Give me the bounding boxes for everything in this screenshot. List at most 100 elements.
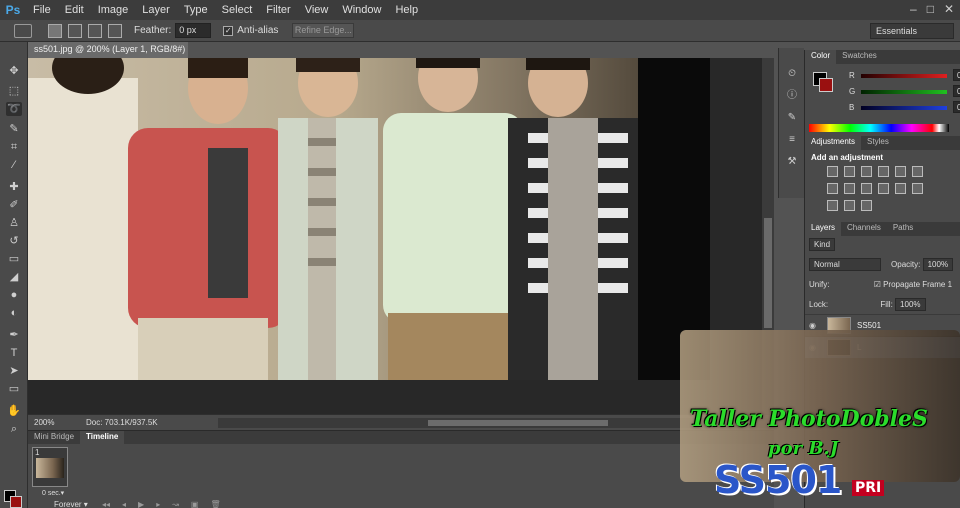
refine-edge-button[interactable]: Refine Edge... — [292, 23, 355, 38]
invert-icon[interactable] — [912, 183, 923, 194]
eyedropper-tool-icon[interactable]: ⁄ — [6, 158, 22, 172]
tab-swatches[interactable]: Swatches — [836, 50, 883, 64]
paint-bucket-tool-icon[interactable]: ◢ — [6, 270, 22, 284]
loop-select[interactable]: Forever ▾ — [54, 500, 88, 508]
delete-frame-icon[interactable]: 🗑 — [210, 500, 220, 508]
vibrance-icon[interactable] — [895, 166, 906, 177]
green-value-input[interactable]: 0 — [953, 85, 960, 97]
maximize-button[interactable]: □ — [927, 2, 934, 16]
eraser-tool-icon[interactable]: ▭ — [6, 252, 22, 266]
move-tool-icon[interactable]: ✥ — [6, 64, 22, 78]
green-slider[interactable] — [861, 90, 947, 94]
hand-tool-icon[interactable]: ✋ — [6, 404, 22, 418]
intersect-selection-icon[interactable] — [108, 23, 122, 38]
minimize-button[interactable]: – — [910, 2, 917, 16]
marquee-tool-icon[interactable]: ⬚ — [6, 84, 22, 98]
scroll-thumb[interactable] — [428, 420, 608, 426]
brush-presets-icon[interactable]: ✎ — [785, 112, 799, 124]
blur-tool-icon[interactable]: ● — [6, 288, 22, 302]
background-color-swatch[interactable] — [819, 78, 833, 92]
new-frame-icon[interactable]: ▣ — [191, 500, 199, 508]
hue-saturation-icon[interactable] — [912, 166, 923, 177]
animation-frame[interactable]: 1 — [32, 447, 68, 487]
prev-frame-icon[interactable]: ◂ — [122, 500, 126, 508]
dodge-tool-icon[interactable]: ◐ — [6, 306, 22, 320]
fill-input[interactable]: 100% — [895, 298, 926, 311]
history-icon[interactable]: ⏲ — [785, 68, 799, 80]
menu-image[interactable]: Image — [91, 4, 136, 16]
tool-presets-icon[interactable]: ⚒ — [785, 156, 799, 168]
black-white-icon[interactable] — [844, 183, 855, 194]
tab-channels[interactable]: Channels — [841, 222, 887, 236]
properties-icon[interactable]: ≡ — [785, 134, 799, 146]
menu-type[interactable]: Type — [177, 4, 215, 16]
menu-window[interactable]: Window — [335, 4, 388, 16]
path-selection-tool-icon[interactable]: ➤ — [6, 364, 22, 378]
color-lookup-icon[interactable] — [895, 183, 906, 194]
color-balance-icon[interactable] — [827, 183, 838, 194]
layer-filter-select[interactable]: Kind — [809, 238, 836, 251]
tab-timeline[interactable]: Timeline — [80, 431, 125, 444]
tween-icon[interactable]: ↝ — [172, 500, 179, 508]
levels-icon[interactable] — [844, 166, 855, 177]
close-button[interactable]: ✕ — [944, 2, 954, 16]
color-spectrum[interactable] — [809, 124, 949, 132]
visibility-eye-icon[interactable]: ◉ — [809, 321, 816, 330]
photo-filter-icon[interactable] — [861, 183, 872, 194]
healing-brush-tool-icon[interactable]: ✚ — [6, 180, 22, 194]
tab-adjustments[interactable]: Adjustments — [805, 136, 862, 150]
menu-file[interactable]: File — [26, 4, 58, 16]
threshold-icon[interactable] — [844, 200, 855, 211]
blue-slider[interactable] — [861, 106, 947, 110]
tab-color[interactable]: Color — [805, 50, 837, 64]
gradient-map-icon[interactable] — [861, 200, 872, 211]
rectangle-tool-icon[interactable]: ▭ — [6, 382, 22, 396]
opacity-input[interactable]: 100% — [922, 258, 954, 271]
document-tab[interactable]: ss501.jpg @ 200% (Layer 1, RGB/8#) * × — [28, 42, 188, 58]
crop-tool-icon[interactable]: ⌗ — [6, 140, 22, 154]
zoom-level[interactable]: 200% — [28, 418, 56, 427]
type-tool-icon[interactable]: T — [6, 346, 22, 360]
clone-stamp-tool-icon[interactable]: ♙ — [6, 216, 22, 230]
zoom-tool-icon[interactable]: ⌕ — [6, 422, 22, 436]
background-color-swatch[interactable] — [10, 496, 22, 508]
document-info[interactable]: Doc: 703.1K/937.5K — [86, 418, 158, 427]
red-value-input[interactable]: 0 — [953, 69, 960, 81]
quick-select-tool-icon[interactable]: ✎ — [6, 122, 22, 136]
brightness-contrast-icon[interactable] — [827, 166, 838, 177]
feather-input[interactable]: 0 px — [175, 23, 212, 38]
propagate-checkbox[interactable]: ☑ — [874, 280, 881, 289]
history-brush-tool-icon[interactable]: ↺ — [6, 234, 22, 248]
tab-layers[interactable]: Layers — [805, 222, 842, 236]
next-frame-icon[interactable]: ▸ — [156, 500, 160, 508]
lasso-tool-icon[interactable]: ➰ — [6, 102, 22, 116]
layer-name[interactable]: SS501 — [857, 321, 881, 330]
menu-help[interactable]: Help — [388, 4, 425, 16]
brush-tool-icon[interactable]: ✐ — [6, 198, 22, 212]
tab-paths[interactable]: Paths — [887, 222, 919, 236]
exposure-icon[interactable] — [878, 166, 889, 177]
menu-edit[interactable]: Edit — [58, 4, 91, 16]
menu-view[interactable]: View — [298, 4, 336, 16]
info-icon[interactable]: ⓘ — [785, 90, 799, 102]
tab-styles[interactable]: Styles — [861, 136, 895, 150]
pen-tool-icon[interactable]: ✒ — [6, 328, 22, 342]
scroll-thumb[interactable] — [764, 218, 772, 328]
channel-mixer-icon[interactable] — [878, 183, 889, 194]
menu-filter[interactable]: Filter — [259, 4, 297, 16]
frame-delay[interactable]: 0 sec.▾ — [42, 489, 64, 497]
tab-mini-bridge[interactable]: Mini Bridge — [28, 431, 80, 444]
antialias-checkbox[interactable]: ✓ — [223, 25, 234, 36]
menu-select[interactable]: Select — [215, 4, 260, 16]
add-selection-icon[interactable] — [68, 23, 82, 38]
curves-icon[interactable] — [861, 166, 872, 177]
posterize-icon[interactable] — [827, 200, 838, 211]
red-slider[interactable] — [861, 74, 947, 78]
blue-value-input[interactable]: 0 — [953, 101, 960, 113]
workspace-select[interactable]: Essentials — [870, 23, 954, 39]
subtract-selection-icon[interactable] — [88, 23, 102, 38]
lasso-preset-icon[interactable] — [14, 23, 32, 38]
new-selection-icon[interactable] — [48, 23, 62, 38]
menu-layer[interactable]: Layer — [135, 4, 177, 16]
play-icon[interactable]: ▶ — [138, 500, 144, 508]
